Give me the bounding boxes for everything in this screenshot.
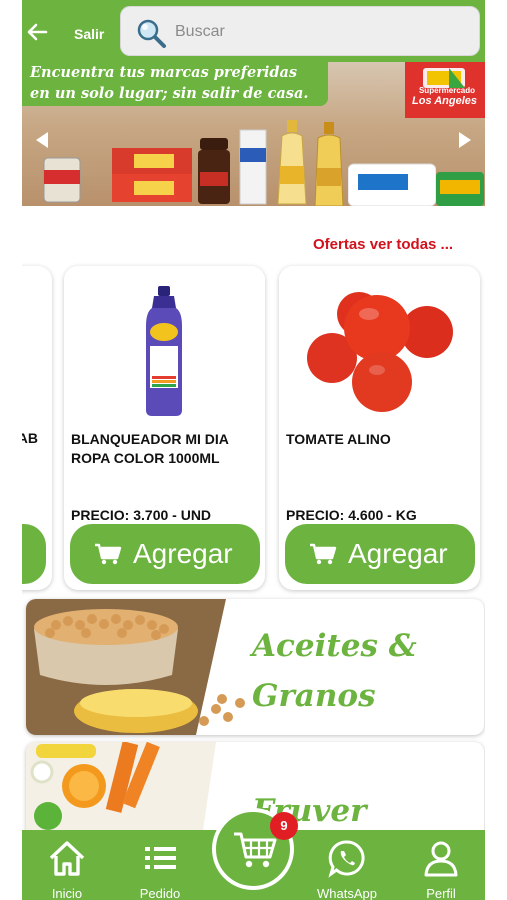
product-price: PRECIO: 3.700 - UND [71,507,212,523]
product-name: TOMATE ALINO [286,430,471,449]
banner-line-2: en un solo lugar; sin salir de casa. [30,85,309,102]
oil-bottle-image [277,120,307,205]
nav-item-orders[interactable]: Pedido [125,830,195,900]
app-screen: Salir Encuentra tus marcas preferidas en… [22,0,485,900]
nav-label-whatsapp: WhatsApp [317,886,377,900]
toilet-paper-image [348,163,436,206]
add-to-cart-button[interactable]: Agregar [70,524,260,584]
detergent-image [436,172,484,206]
banner-line-1: Encuentra tus marcas preferidas [30,64,298,81]
product-can-image [43,157,81,203]
product-price: PRECIO: 4.600 - KG [286,507,417,523]
brand-label-top: Supermercado [418,86,475,95]
add-button-label: Agregar [133,538,233,569]
product-card[interactable]: BLANQUEADOR MI DIA ROPA COLOR 1000ML PRE… [64,266,265,590]
category-title-line-2: Granos [252,678,376,714]
add-to-cart-button[interactable]: Agregar [285,524,475,584]
category-card-oils-grains[interactable]: Aceites & Granos [26,599,484,735]
add-button-label: Agregar [348,538,448,569]
product-name-line-1: TOMATE ALINO [286,431,391,447]
search-icon [137,19,166,48]
banner-next-arrow[interactable] [459,132,471,148]
brand-logo: Supermercado Los Angeles [405,62,485,118]
banner-tagline: Encuentra tus marcas preferidas en un so… [30,62,330,104]
whatsapp-icon [328,840,365,878]
category-image-grains [26,599,256,735]
brand-label-name: Los Angeles [412,95,477,107]
product-card-partial[interactable]: AB [22,266,52,590]
top-bar: Salir [22,0,485,62]
cart-icon [310,543,337,565]
nav-item-home[interactable]: Inicio [32,830,102,900]
shopping-cart-icon [234,832,277,868]
product-name: BLANQUEADOR MI DIA ROPA COLOR 1000ML [71,430,256,468]
nav-item-whatsapp[interactable]: WhatsApp [312,830,382,900]
home-icon [49,841,85,876]
promo-banner[interactable]: Encuentra tus marcas preferidas en un so… [22,62,485,206]
exit-label[interactable]: Salir [74,26,104,42]
list-icon [145,847,176,869]
search-input[interactable] [173,18,457,46]
offers-see-all-link[interactable]: Ofertas ver todas ... [313,236,453,253]
product-card[interactable]: TOMATE ALINO PRECIO: 4.600 - KG Agregar [279,266,480,590]
milk-box-image [239,129,267,205]
oil-bottle-2-image [314,122,344,206]
nav-label-home: Inicio [51,886,83,900]
nav-label-orders: Pedido [139,886,181,900]
nav-item-profile[interactable]: Perfil [406,830,476,900]
nav-label-profile: Perfil [426,886,456,900]
cookie-box-image [112,148,192,202]
cart-icon [95,543,122,565]
product-name-line-2: ROPA COLOR 1000ML [71,450,220,466]
cart-count-badge: 9 [270,812,298,840]
user-icon [424,841,458,877]
product-name-line-1: BLANQUEADOR MI DIA [71,431,229,447]
search-bar[interactable] [120,6,480,56]
partial-add-button[interactable] [22,524,46,584]
product-image-tomato [279,266,480,426]
category-title-line-1: Aceites & [252,628,417,664]
coffee-jar-image [198,138,230,204]
banner-prev-arrow[interactable] [36,132,48,148]
product-image-bleach [64,266,265,426]
partial-product-name: AB [22,430,38,446]
back-arrow-icon[interactable] [25,20,49,44]
category-title: Aceites & Granos [252,621,417,721]
